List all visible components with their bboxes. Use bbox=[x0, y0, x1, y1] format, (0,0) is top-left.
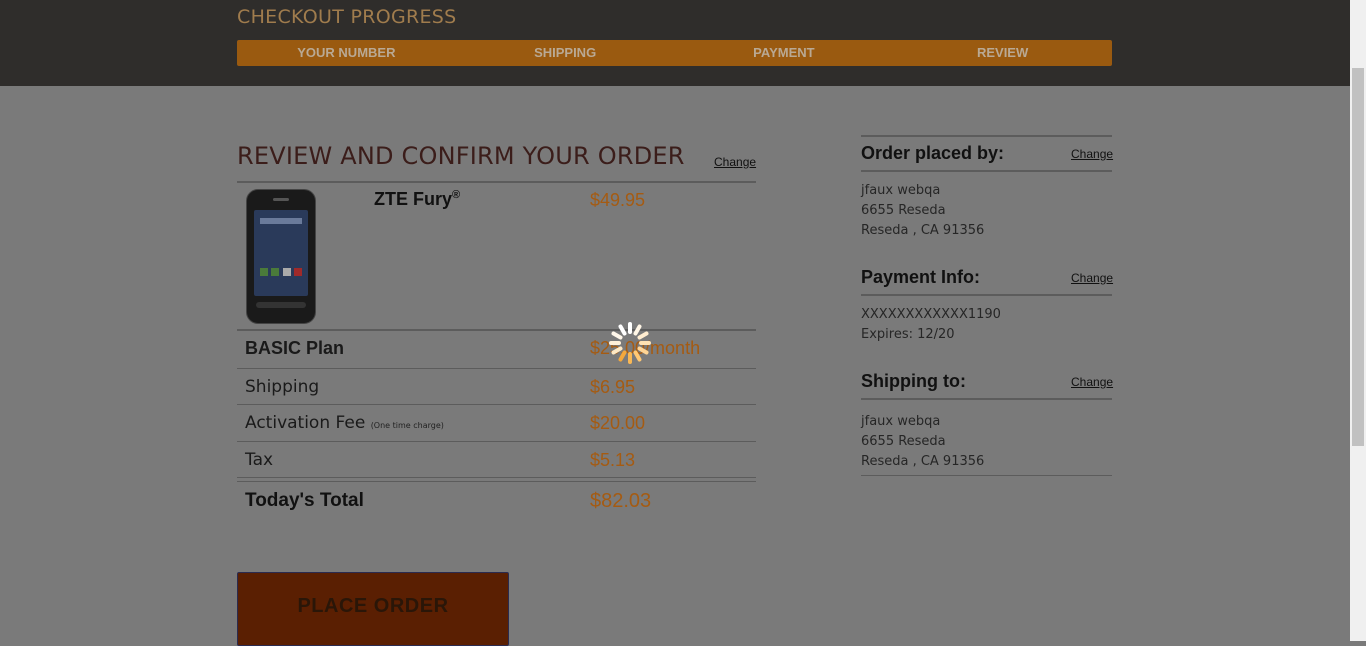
checkout-progress-bar: YOUR NUMBER SHIPPING PAYMENT REVIEW bbox=[237, 40, 1112, 66]
checkout-progress-title: CHECKOUT PROGRESS bbox=[237, 6, 457, 28]
registered-mark: ® bbox=[452, 189, 461, 201]
activation-fee-label: Activation Fee (One time charge) bbox=[245, 413, 444, 433]
divider bbox=[237, 368, 756, 369]
divider bbox=[861, 475, 1112, 476]
shipping-price: $6.95 bbox=[590, 377, 636, 397]
address-line: Reseda , CA 91356 bbox=[861, 454, 985, 469]
product-name: ZTE Fury® bbox=[374, 189, 461, 209]
divider bbox=[237, 329, 756, 331]
page-scrollbar[interactable] bbox=[1350, 0, 1366, 641]
checkout-header: CHECKOUT PROGRESS YOUR NUMBER SHIPPING P… bbox=[0, 0, 1350, 86]
divider bbox=[237, 477, 756, 478]
step-review: REVIEW bbox=[976, 45, 1029, 60]
shipping-to-change-link[interactable]: Change bbox=[1071, 375, 1113, 389]
divider bbox=[861, 135, 1112, 137]
order-placed-by-change-link[interactable]: Change bbox=[1071, 147, 1113, 161]
scrollbar-thumb[interactable] bbox=[1352, 68, 1364, 446]
total-label: Today's Total bbox=[245, 490, 364, 511]
step-payment: PAYMENT bbox=[753, 45, 815, 60]
loading-spinner-icon bbox=[609, 322, 651, 364]
divider bbox=[237, 181, 756, 183]
card-expiry: Expires: 12/20 bbox=[861, 327, 955, 342]
total-price: $82.03 bbox=[590, 490, 652, 512]
phone-screen-icon bbox=[254, 210, 308, 296]
address-line: Reseda , CA 91356 bbox=[861, 223, 985, 238]
divider bbox=[237, 404, 756, 405]
tax-price: $5.13 bbox=[590, 450, 636, 470]
activation-fee-note: (One time charge) bbox=[370, 421, 444, 430]
order-placed-by-address: jfaux webqa 6655 Reseda Reseda , CA 9135… bbox=[861, 181, 984, 241]
divider bbox=[237, 481, 756, 482]
address-line: 6655 Reseda bbox=[861, 434, 946, 449]
review-change-link[interactable]: Change bbox=[714, 155, 756, 169]
card-number: XXXXXXXXXXXX1190 bbox=[861, 307, 1001, 322]
product-price: $49.95 bbox=[590, 190, 646, 210]
activation-fee-price: $20.00 bbox=[590, 413, 646, 433]
address-line: 6655 Reseda bbox=[861, 203, 946, 218]
shipping-to-address: jfaux webqa 6655 Reseda Reseda , CA 9135… bbox=[861, 412, 984, 472]
shipping-to-title: Shipping to: bbox=[861, 371, 966, 391]
phone-speaker-icon bbox=[273, 198, 289, 201]
address-line: jfaux webqa bbox=[861, 183, 941, 198]
divider bbox=[861, 170, 1112, 172]
address-line: jfaux webqa bbox=[861, 414, 941, 429]
place-order-button[interactable]: PLACE ORDER bbox=[237, 572, 509, 646]
divider bbox=[237, 441, 756, 442]
divider bbox=[861, 294, 1112, 296]
step-shipping: SHIPPING bbox=[534, 45, 597, 60]
shipping-label: Shipping bbox=[245, 377, 320, 397]
plan-label: BASIC Plan bbox=[245, 338, 345, 358]
product-image bbox=[246, 189, 316, 324]
order-placed-by-title: Order placed by: bbox=[861, 143, 1005, 163]
divider bbox=[861, 398, 1112, 400]
payment-info-change-link[interactable]: Change bbox=[1071, 271, 1113, 285]
step-your-number: YOUR NUMBER bbox=[297, 45, 396, 60]
payment-info-details: XXXXXXXXXXXX1190 Expires: 12/20 bbox=[861, 305, 1001, 345]
tax-label: Tax bbox=[245, 450, 274, 470]
page-title: REVIEW AND CONFIRM YOUR ORDER bbox=[237, 142, 685, 170]
payment-info-title: Payment Info: bbox=[861, 267, 981, 287]
phone-keys-icon bbox=[256, 302, 306, 308]
